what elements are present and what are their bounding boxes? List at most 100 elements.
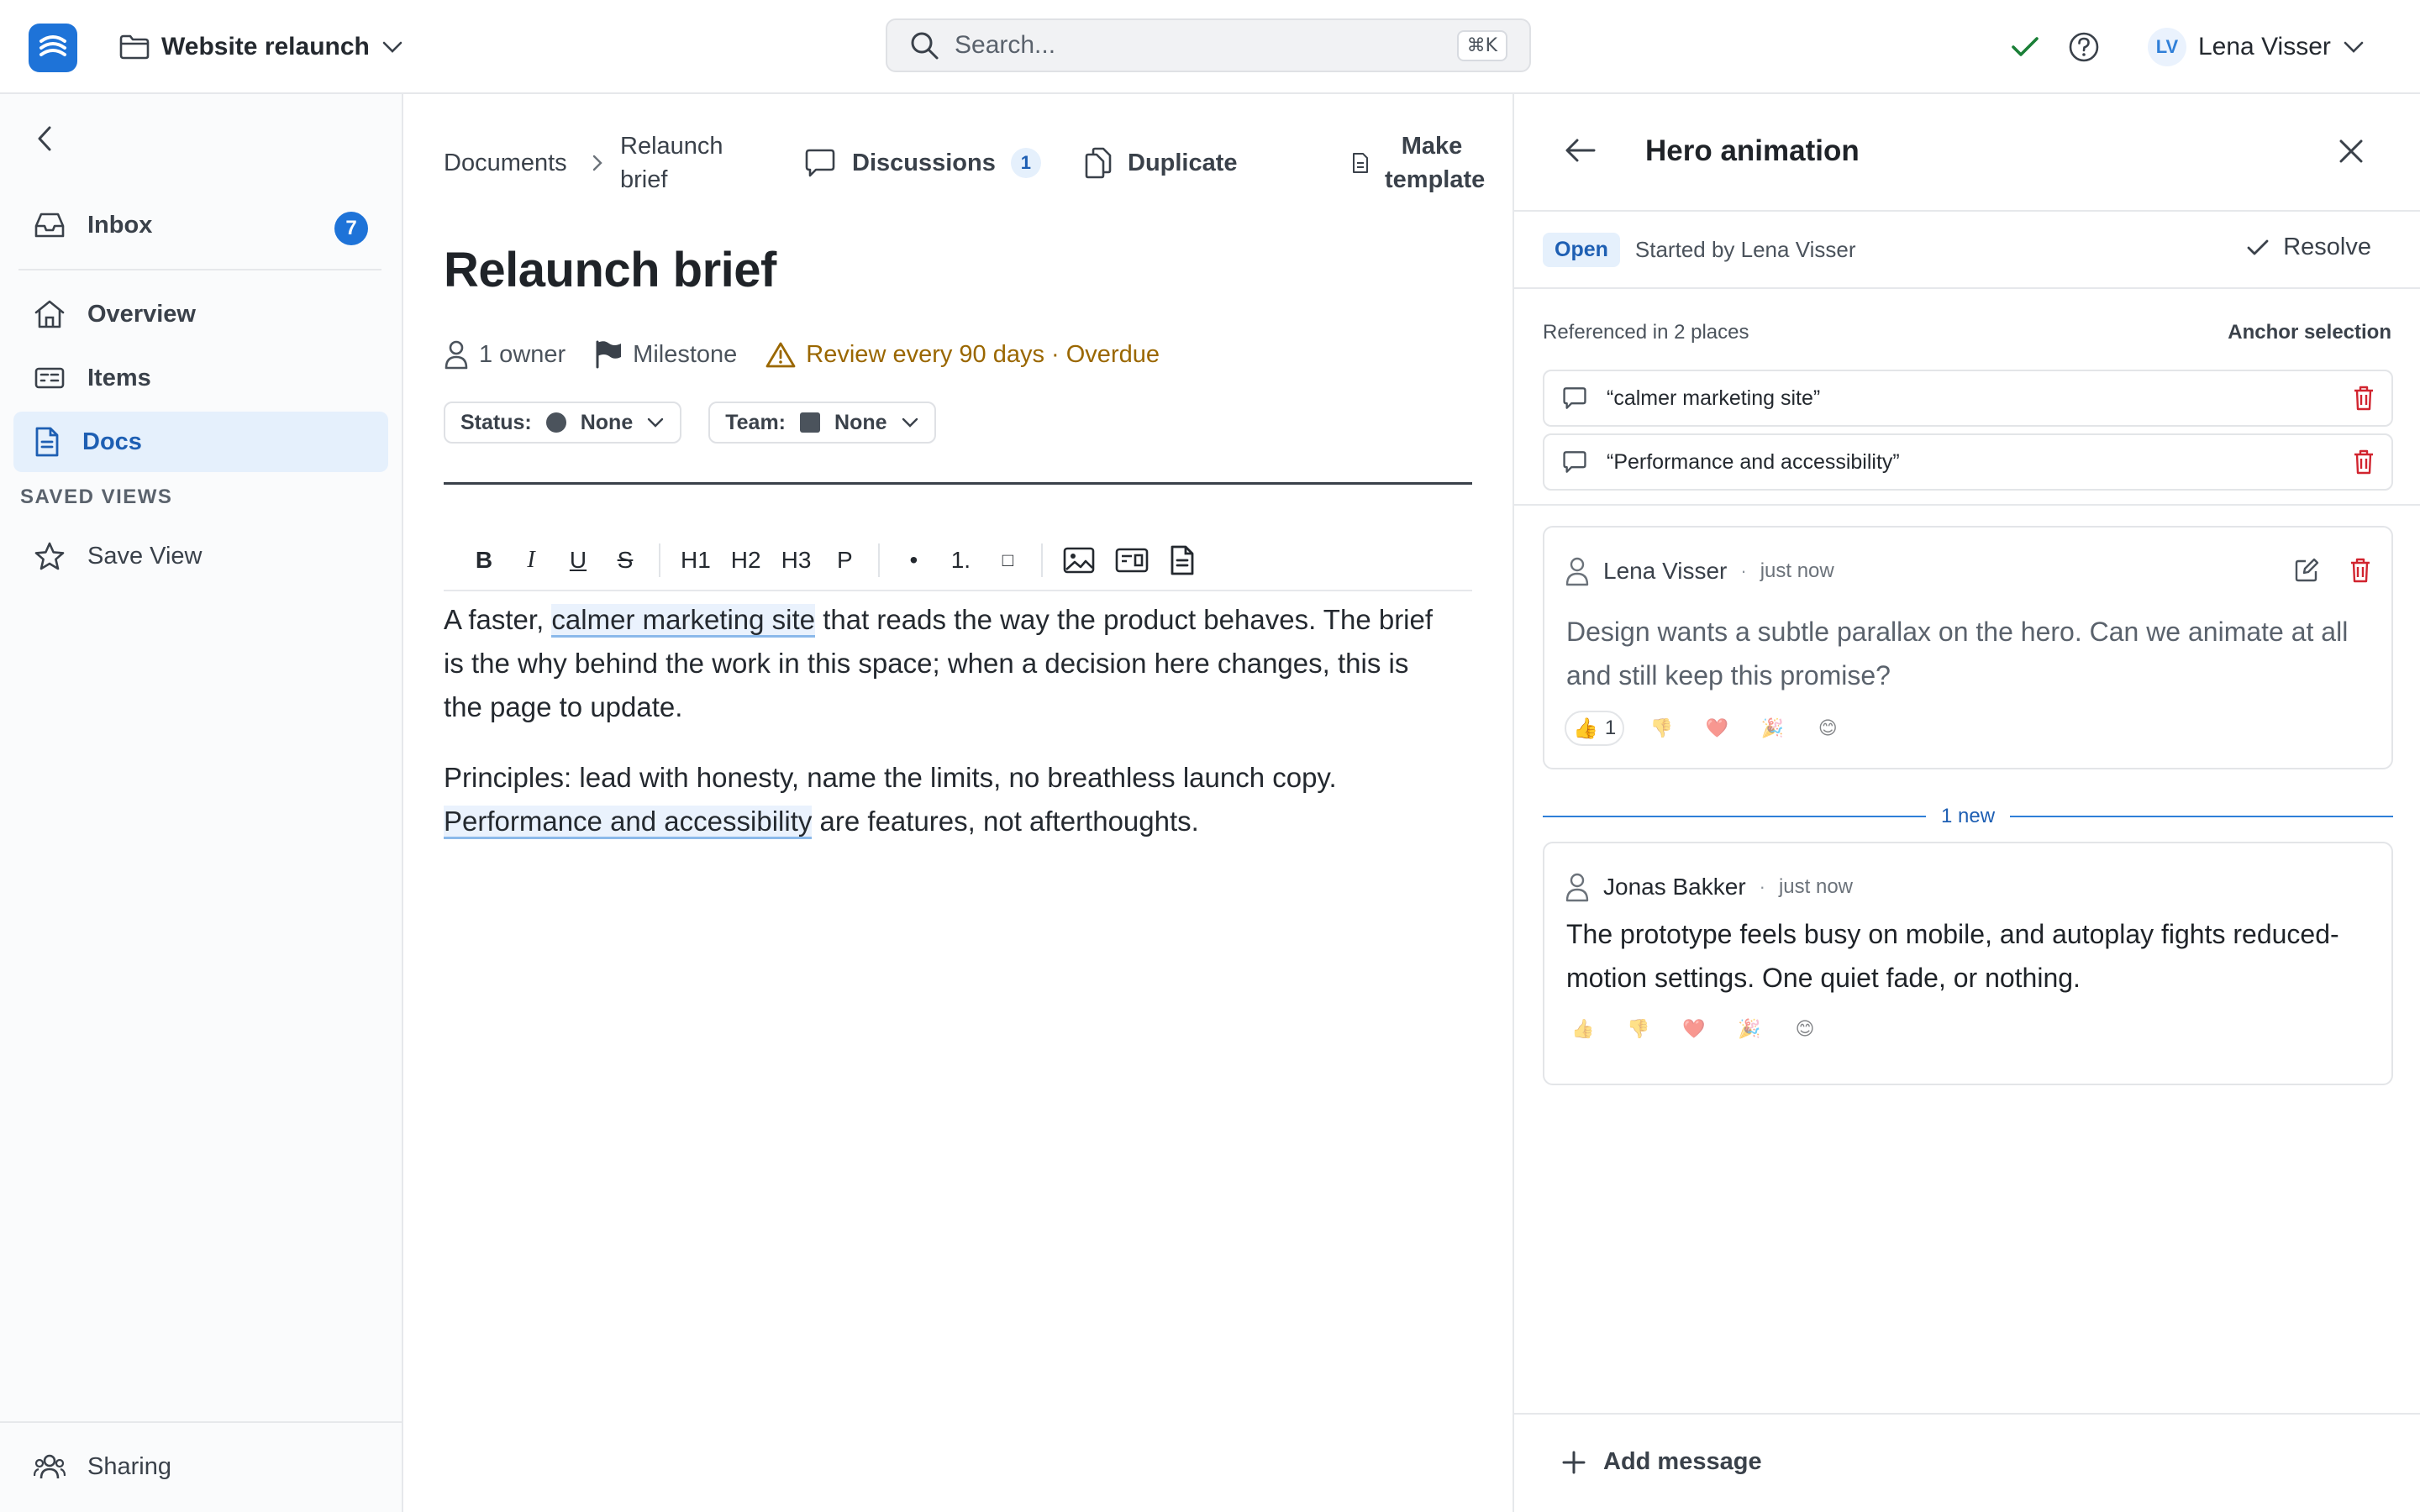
reaction-heart-button[interactable]: ❤️ [1698,711,1735,746]
reaction-bar: 👍 👎 ❤️ 🎉 😊 [1565,1011,1823,1047]
message-card: Jonas Bakker · just now The prototype fe… [1543,842,2393,1085]
heading3-button[interactable]: H3 [771,537,822,584]
chevron-down-icon [901,417,919,428]
reaction-thumbs-up-button[interactable]: 👍 [1565,1011,1602,1047]
new-messages-divider: 1 new [1543,800,2394,833]
reaction-party-button[interactable]: 🎉 [1754,711,1791,746]
add-message-label: Add message [1603,1448,1762,1475]
search-bar[interactable]: Search... ⌘K [886,18,1531,72]
reaction-smile-button[interactable]: 😊 [1809,711,1846,746]
status-dot-icon [545,412,567,433]
people-icon [34,1452,66,1481]
user-menu[interactable]: LV Lena Visser [2148,27,2365,67]
add-message-button[interactable]: Add message [1561,1448,1762,1476]
breadcrumb-root-label: Documents [444,149,567,176]
resolve-button[interactable]: Resolve [2246,234,2371,261]
trash-icon [2351,558,2370,583]
template-icon [1351,152,1370,174]
reaction-thumbs-down-button[interactable]: 👎 [1620,1011,1657,1047]
chevron-down-icon [646,417,665,428]
breadcrumb-documents[interactable]: Documents [444,128,567,198]
reference-item[interactable]: “Performance and accessibility” [1543,433,2393,491]
plus-icon [1562,1451,1586,1473]
sidebar-item-items[interactable]: Items [13,348,388,408]
project-switcher[interactable]: Website relaunch [119,25,403,69]
edit-message-button[interactable] [2294,558,2319,583]
comment-anchor-highlight[interactable]: Performance and accessibility [444,806,813,839]
reaction-smile-button[interactable]: 😊 [1786,1011,1823,1047]
save-view-button[interactable]: Save View [13,526,388,586]
page-title[interactable]: Relaunch brief [444,242,776,298]
edit-icon [2295,558,2319,582]
reference-text: “calmer marketing site” [1607,386,1821,410]
close-panel-button[interactable] [2338,138,2365,165]
saved-views-heading: SAVED VIEWS [20,486,173,508]
sharing-button[interactable]: Sharing [13,1436,388,1497]
discussions-label: Discussions [852,149,996,176]
copy-icon [1084,147,1113,179]
owners-button[interactable]: 1 owner [444,339,566,370]
review-status[interactable]: Review every 90 days · Overdue [765,341,1160,369]
team-select[interactable]: Team: None [708,402,936,444]
sidebar-item-docs[interactable]: Docs [13,412,388,472]
paragraph-text: Principles: lead with honesty, name the … [444,762,1337,793]
app-logo[interactable] [29,24,77,72]
anchor-selection-button[interactable]: Anchor selection [2228,321,2391,344]
insert-embed-button[interactable] [1105,537,1159,584]
chat-bubble-icon [803,148,837,178]
doc-icon [34,426,60,458]
ordered-list-button[interactable]: 1. [937,537,984,584]
insert-document-button[interactable] [1159,537,1206,584]
strikethrough-button[interactable]: S [602,537,649,584]
toolbar-separator [878,543,881,577]
document-body[interactable]: A faster, calmer marketing site that rea… [444,598,1452,870]
bullet-list-button[interactable]: • [890,537,937,584]
reaction-thumbs-down-button[interactable]: 👎 [1643,711,1680,746]
sidebar-item-label: Items [87,364,151,391]
back-button[interactable] [1565,136,1597,165]
embed-icon [1116,548,1149,573]
reference-item[interactable]: “calmer marketing site” [1543,370,2393,427]
italic-button[interactable]: I [508,537,555,584]
search-shortcut: ⌘K [1456,29,1507,61]
duplicate-button[interactable]: Duplicate [1084,128,1238,198]
delete-reference-button[interactable] [2353,449,2375,475]
sidebar-item-overview[interactable]: Overview [13,284,388,344]
sidebar-item-inbox[interactable]: Inbox 7 [13,195,388,255]
references-count: Referenced in 2 places [1543,321,1749,344]
milestone-button[interactable]: Milestone [594,340,737,369]
help-icon[interactable] [2067,30,2101,64]
discussions-button[interactable]: Discussions 1 [803,128,1041,198]
person-icon [1565,557,1589,586]
search-input[interactable]: Search... [955,31,1442,60]
delete-reference-button[interactable] [2353,386,2375,411]
chat-bubble-icon [1563,451,1586,473]
status-badge: Open [1543,232,1620,267]
separator-dot: · [1759,876,1765,897]
reaction-thumbs-up-button[interactable]: 👍 1 [1565,711,1625,746]
flag-icon [596,340,622,369]
heading1-button[interactable]: H1 [671,537,721,584]
references-header: Referenced in 2 places Anchor selection [1543,321,2391,344]
chat-bubble-icon [1563,387,1586,409]
check-icon[interactable] [2008,30,2042,64]
make-template-button[interactable]: Make template [1351,128,1486,198]
reaction-heart-button[interactable]: ❤️ [1676,1011,1712,1047]
reaction-party-button[interactable]: 🎉 [1731,1011,1768,1047]
paragraph-button[interactable]: P [821,537,868,584]
trash-icon [2354,386,2373,411]
heading2-button[interactable]: H2 [721,537,771,584]
status-select[interactable]: Status: None [444,402,682,444]
doc-paragraph: Principles: lead with honesty, name the … [444,756,1452,843]
status-value: None [580,410,634,434]
bold-button[interactable]: B [460,537,508,584]
collapse-sidebar-button[interactable] [29,123,60,155]
delete-message-button[interactable] [2349,558,2371,583]
arrow-left-icon [1565,139,1596,162]
checklist-button[interactable]: □ [984,537,1031,584]
message-text: The prototype feels busy on mobile, and … [1566,919,2339,993]
comment-anchor-highlight[interactable]: calmer marketing site [551,604,816,638]
underline-button[interactable]: U [555,537,602,584]
insert-image-button[interactable] [1053,537,1105,584]
panel-divider [1514,504,2420,506]
